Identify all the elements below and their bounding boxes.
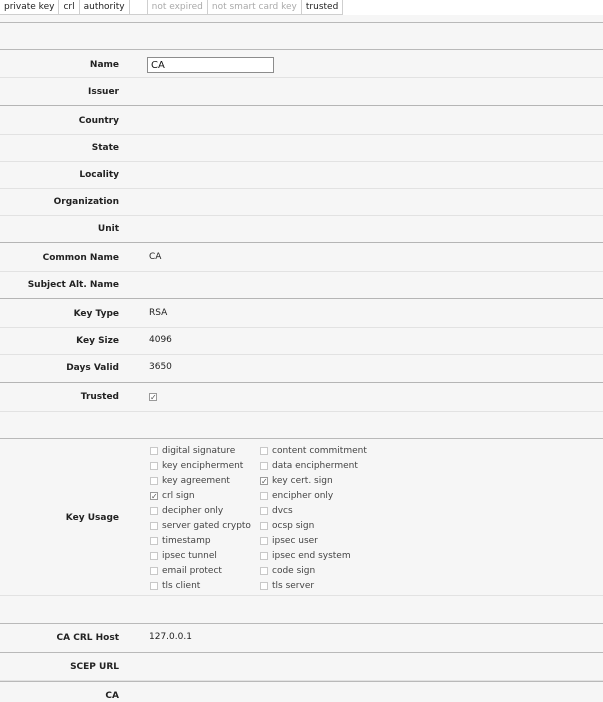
country-row: Country — [0, 107, 603, 135]
key-usage-option-label: server gated crypto — [162, 521, 251, 531]
key-usage-checkbox[interactable] — [260, 537, 268, 545]
key-usage-checkbox[interactable] — [260, 447, 268, 455]
scep-url-label: SCEP URL — [70, 662, 119, 672]
common-name-row: Common Name CA — [0, 244, 603, 272]
flag-crl[interactable]: crl — [59, 0, 80, 15]
subject-alt-name-label: Subject Alt. Name — [27, 280, 119, 290]
key-usage-option-label: ipsec end system — [272, 551, 351, 561]
key-usage-checkbox[interactable] — [260, 507, 268, 515]
key-usage-option-label: dvcs — [272, 506, 293, 516]
key-usage-option-label: content commitment — [272, 446, 367, 456]
key-usage-checkbox[interactable] — [150, 507, 158, 515]
key-usage-option-label: key encipherment — [162, 461, 244, 471]
flag-trusted[interactable]: trusted — [301, 0, 344, 15]
key-usage-checkbox[interactable] — [150, 537, 158, 545]
unit-label: Unit — [97, 224, 119, 234]
trusted-checkbox[interactable]: ✓ — [149, 393, 157, 402]
organization-label: Organization — [53, 197, 119, 207]
flag-authority[interactable]: authority — [79, 0, 130, 15]
key-usage-option-label: digital signature — [162, 446, 236, 456]
ca-crl-host-row: CA CRL Host 127.0.0.1 — [0, 624, 603, 653]
key-usage-checkbox[interactable]: ✓ — [260, 477, 268, 486]
key-usage-option-label: ocsp sign — [272, 521, 315, 531]
locality-row: Locality — [0, 162, 603, 189]
key-usage-option-label: tls server — [272, 581, 315, 591]
trusted-row: Trusted — [0, 384, 603, 412]
days-valid-label: Days Valid — [66, 363, 119, 373]
key-usage-option-label: email protect — [162, 566, 222, 576]
key-size-label: Key Size — [76, 336, 119, 346]
flag-empty[interactable] — [129, 0, 148, 15]
state-row: State — [0, 135, 603, 162]
days-valid-row: Days Valid 3650 — [0, 355, 603, 383]
key-usage-checkbox[interactable] — [150, 477, 158, 485]
key-usage-option-label: encipher only — [272, 491, 334, 501]
key-size-row: Key Size 4096 — [0, 328, 603, 355]
issuer-label: Issuer — [87, 87, 119, 97]
key-usage-option-label: ipsec user — [272, 536, 318, 546]
issuer-row: Issuer — [0, 78, 603, 106]
key-usage-checkbox[interactable] — [150, 447, 158, 455]
key-usage-option-label: decipher only — [162, 506, 224, 516]
common-name-value: CA — [149, 252, 162, 262]
ca-row: CA — [0, 682, 603, 702]
ca-crl-host-label: CA CRL Host — [56, 633, 119, 643]
key-usage-option-label: data encipherment — [272, 461, 358, 471]
days-valid-value: 3650 — [149, 362, 172, 372]
state-label: State — [91, 143, 119, 153]
locality-label: Locality — [79, 170, 119, 180]
key-usage-checkbox[interactable] — [260, 552, 268, 560]
key-usage-checkbox[interactable] — [260, 582, 268, 590]
key-usage-option-label: code sign — [272, 566, 316, 576]
key-usage-option-label: crl sign — [162, 491, 195, 501]
name-input[interactable] — [147, 57, 274, 73]
key-usage-checkbox[interactable] — [260, 462, 268, 470]
key-usage-checkbox[interactable] — [260, 492, 268, 500]
organization-row: Organization — [0, 189, 603, 216]
key-usage-checkbox[interactable] — [150, 522, 158, 530]
unit-row: Unit — [0, 216, 603, 243]
common-name-label: Common Name — [42, 253, 119, 263]
divider — [0, 438, 603, 439]
key-usage-option-label: ipsec tunnel — [162, 551, 217, 561]
key-usage-option-label: key cert. sign — [272, 476, 333, 486]
divider — [0, 22, 603, 23]
name-label: Name — [89, 60, 119, 70]
flag-not-expired[interactable]: not expired — [147, 0, 208, 15]
key-usage-option-label: tls client — [162, 581, 201, 591]
key-type-value: RSA — [149, 308, 168, 318]
scep-url-row: SCEP URL — [0, 653, 603, 681]
key-usage-checkbox[interactable] — [150, 567, 158, 575]
key-usage-option-label: timestamp — [162, 536, 211, 546]
subject-alt-name-row: Subject Alt. Name — [0, 272, 603, 299]
ca-label: CA — [105, 691, 119, 701]
flag-not-smart-card-key[interactable]: not smart card key — [207, 0, 302, 15]
key-size-value: 4096 — [149, 335, 172, 345]
key-usage-label: Key Usage — [65, 513, 119, 523]
key-type-row: Key Type RSA — [0, 300, 603, 328]
trusted-label: Trusted — [80, 392, 119, 402]
flag-private-key[interactable]: private key — [0, 0, 60, 15]
key-type-label: Key Type — [73, 309, 119, 319]
name-row: Name — [0, 50, 603, 78]
key-usage-checkbox[interactable]: ✓ — [150, 492, 158, 501]
key-usage-checkbox[interactable] — [260, 567, 268, 575]
key-usage-checkbox[interactable] — [260, 522, 268, 530]
key-usage-checkbox[interactable] — [150, 582, 158, 590]
country-label: Country — [78, 116, 119, 126]
key-usage-checkbox[interactable] — [150, 462, 158, 470]
key-usage-option-label: key agreement — [162, 476, 230, 486]
flags-bar: private key crl authority not expired no… — [0, 0, 603, 15]
ca-crl-host-value: 127.0.0.1 — [149, 632, 192, 642]
key-usage-checkbox[interactable] — [150, 552, 158, 560]
